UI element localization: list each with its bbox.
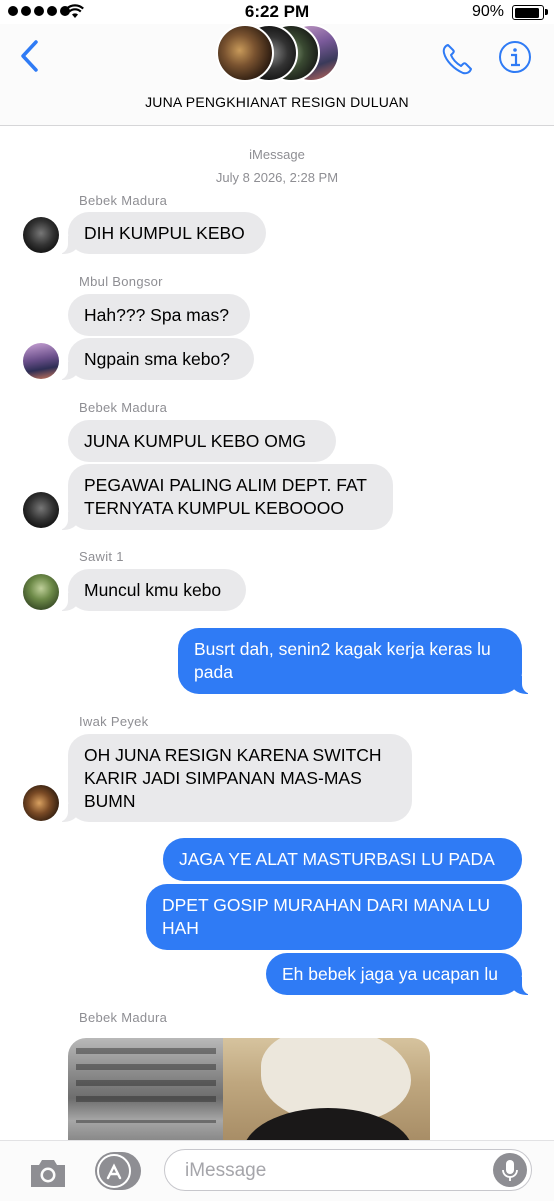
message-timestamp: July 8 2026, 2:28 PM — [215, 170, 339, 185]
avatar[interactable] — [23, 217, 59, 253]
message-input-placeholder: iMessage — [185, 1160, 267, 1181]
message-text: PEGAWAI PALING ALIM DEPT. FAT TERNYATA K… — [84, 475, 367, 518]
message-bubble-outgoing[interactable]: JAGA YE ALAT MASTURBASI LU PADA — [163, 838, 522, 881]
message-text: Hah??? Spa mas? — [84, 304, 229, 325]
message-bubble-incoming[interactable]: Ngpain sma kebo? — [58, 338, 254, 380]
message-text: Busrt dah, senin2 kagak kerja keras lu p… — [194, 639, 491, 682]
battery-icon — [512, 5, 548, 20]
avatar[interactable] — [23, 343, 59, 379]
group-name[interactable]: JUNA PENGKHIANAT RESIGN DULUAN — [0, 94, 554, 110]
message-bubble-incoming[interactable]: OH JUNA RESIGN KARENA SWITCH KARIR JADI … — [58, 734, 412, 822]
service-label: iMessage — [249, 147, 305, 162]
chevron-left-icon[interactable] — [18, 39, 40, 73]
message-bubble-incoming[interactable]: Muncul kmu kebo — [58, 569, 246, 611]
message-text: OH JUNA RESIGN KARENA SWITCH KARIR JADI … — [84, 744, 382, 811]
group-avatars[interactable] — [216, 24, 342, 84]
message-text: DIH KUMPUL KEBO — [84, 222, 245, 243]
message-text: Eh bebek jaga ya ucapan lu — [282, 963, 498, 984]
phone-icon[interactable] — [440, 41, 476, 77]
message-text: JUNA KUMPUL KEBO OMG — [84, 430, 307, 451]
avatar[interactable] — [23, 785, 59, 821]
message-bubble-incoming[interactable]: DIH KUMPUL KEBO — [58, 212, 266, 254]
message-text: JAGA YE ALAT MASTURBASI LU PADA — [179, 849, 495, 869]
sender-name: Bebek Madura — [79, 1010, 168, 1025]
message-bubble-incoming[interactable]: Hah??? Spa mas? — [68, 294, 250, 336]
avatar — [216, 24, 274, 82]
message-text: Ngpain sma kebo? — [84, 348, 230, 369]
photo-building — [68, 1038, 223, 1148]
photo-portrait — [223, 1038, 430, 1148]
microphone-icon[interactable] — [493, 1153, 527, 1187]
message-bubble-incoming[interactable]: PEGAWAI PALING ALIM DEPT. FAT TERNYATA K… — [58, 464, 393, 530]
message-input[interactable]: iMessage — [164, 1149, 532, 1191]
avatar[interactable] — [23, 492, 59, 528]
message-bubble-outgoing[interactable]: DPET GOSIP MURAHAN DARI MANA LU HAH — [146, 884, 522, 950]
status-time: 6:22 PM — [244, 2, 310, 21]
info-icon[interactable] — [498, 40, 532, 74]
conversation-header: JUNA PENGKHIANAT RESIGN DULUAN — [0, 24, 554, 126]
message-text: Muncul kmu kebo — [84, 579, 222, 600]
image-attachment[interactable] — [68, 1038, 430, 1148]
message-input-bar: iMessage — [0, 1140, 554, 1201]
status-bar: 6:22 PM 90% — [0, 0, 554, 24]
sender-name: Bebek Madura — [79, 400, 168, 415]
message-bubble-outgoing[interactable]: Busrt dah, senin2 kagak kerja keras lu p… — [178, 628, 532, 694]
camera-icon[interactable] — [28, 1157, 68, 1189]
sender-name: Sawit 1 — [79, 549, 124, 564]
message-text: DPET GOSIP MURAHAN DARI MANA LU HAH — [162, 895, 491, 938]
app-store-icon[interactable] — [95, 1152, 141, 1190]
sender-name: Iwak Peyek — [79, 714, 149, 729]
sender-name: Mbul Bongsor — [79, 274, 163, 289]
avatar[interactable] — [23, 574, 59, 610]
sender-name: Bebek Madura — [79, 193, 168, 208]
message-bubble-incoming[interactable]: JUNA KUMPUL KEBO OMG — [68, 420, 336, 462]
message-bubble-outgoing[interactable]: Eh bebek jaga ya ucapan lu — [266, 953, 532, 995]
battery-percentage: 90% — [471, 3, 504, 20]
